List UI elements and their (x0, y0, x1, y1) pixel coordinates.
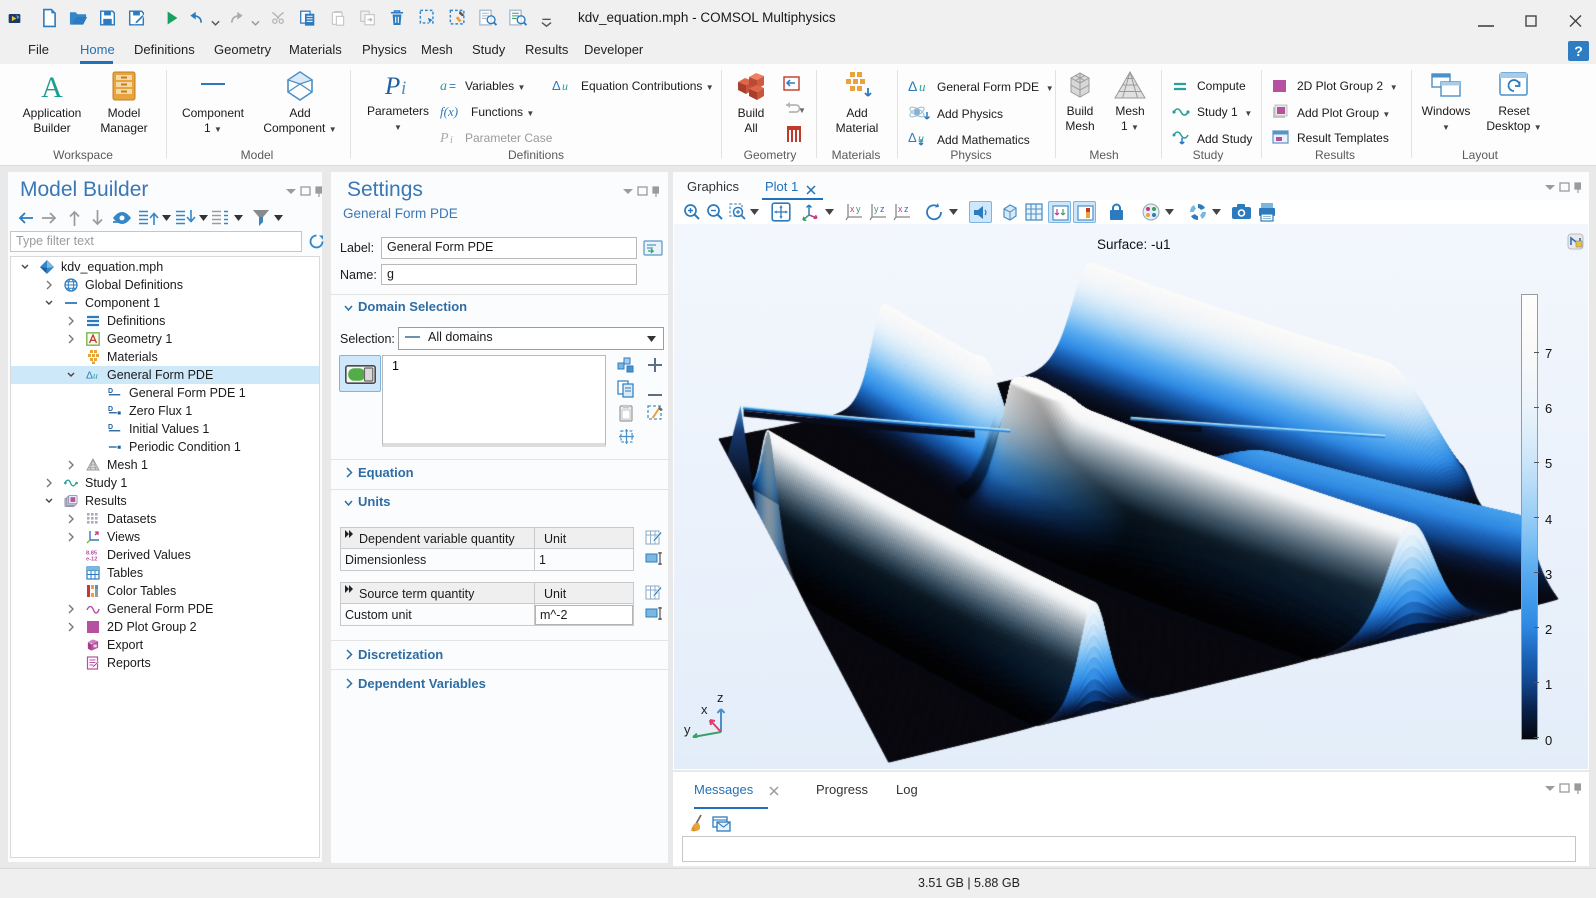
svg-text:Δ: Δ (552, 78, 561, 93)
svg-text:Δ: Δ (908, 78, 917, 94)
svg-text:u: u (919, 79, 926, 94)
svg-text:P: P (384, 73, 400, 100)
svg-text:i: i (450, 135, 453, 145)
svg-text:f(x): f(x) (440, 104, 458, 119)
svg-text:a: a (440, 79, 447, 93)
svg-text:▼: ▼ (798, 106, 805, 115)
svg-text:z: z (880, 204, 885, 214)
svg-text:x: x (850, 204, 855, 214)
svg-text:e-12: e-12 (86, 556, 97, 562)
svg-text:i: i (401, 78, 406, 99)
svg-text:=: = (449, 79, 456, 93)
svg-text:x: x (898, 204, 903, 214)
svg-text:y: y (856, 204, 861, 214)
svg-text:x: x (701, 702, 708, 717)
svg-text:z: z (717, 690, 724, 705)
svg-text:z: z (904, 204, 909, 214)
svg-text:u: u (562, 79, 568, 93)
svg-text:D: D (108, 388, 113, 395)
svg-text:Δ: Δ (908, 130, 917, 145)
svg-text:u: u (93, 371, 98, 382)
svg-text:D: D (108, 424, 113, 431)
svg-text:Δ: Δ (86, 370, 93, 382)
svg-text:y: y (684, 722, 691, 737)
svg-text:P: P (440, 131, 449, 145)
svg-text:A: A (41, 71, 63, 102)
svg-text:D: D (108, 406, 113, 413)
svg-text:y: y (874, 204, 879, 214)
